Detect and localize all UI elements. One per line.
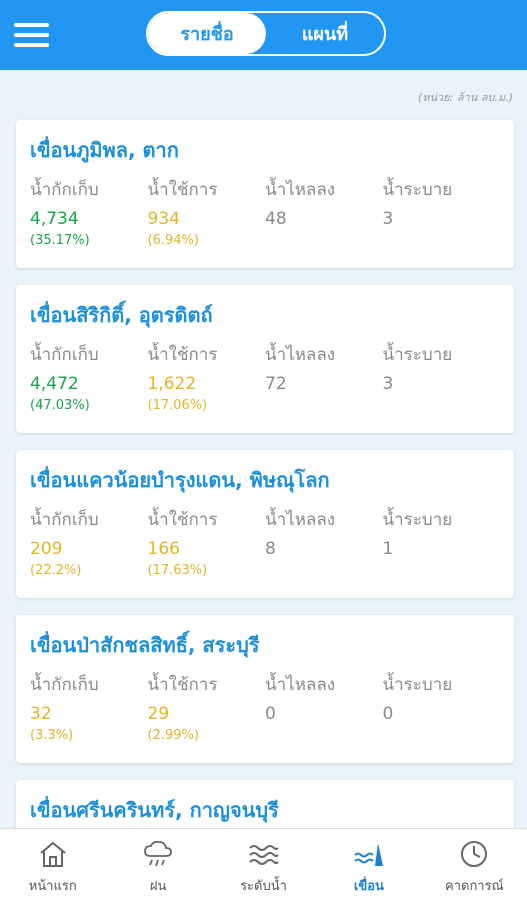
tab-forecast[interactable]: คาดการณ์ [422,829,527,900]
usable-column: น้ำใช้การ 934 (6.94%) [148,176,266,248]
unit-note: (หน่วย: ล้าน ลบ.ม.) [417,91,513,104]
tab-rain[interactable]: ฝน [105,829,210,900]
inflow-value: 72 [265,374,287,394]
storage-percent: (47.03%) [30,398,90,413]
tab-home[interactable]: หน้าแรก [0,829,105,900]
storage-value: 4,472 [30,374,79,394]
inflow-column: น้ำไหลลง 8 [265,506,383,578]
outflow-column: น้ำระบาย 0 [383,671,501,743]
outflow-column: น้ำระบาย 3 [383,176,501,248]
tab-list[interactable]: รายชื่อ [148,13,266,54]
usable-percent: (6.94%) [147,233,199,248]
storage-column: น้ำกักเก็บ 4,734 (35.17%) [30,176,148,248]
tab-dam[interactable]: เขื่อน [316,829,421,900]
view-toggle: รายชื่อ แผนที่ [146,11,386,56]
inflow-column: น้ำไหลลง 48 [265,176,383,248]
dam-card[interactable]: เขื่อนป่าสักชลสิทธิ์, สระบุรี น้ำกักเก็บ… [16,615,514,763]
outflow-label: น้ำระบาย [382,345,453,365]
storage-column: น้ำกักเก็บ 32 (3.3%) [30,671,148,743]
inflow-label: น้ำไหลลง [265,345,336,365]
inflow-label: น้ำไหลลง [265,180,336,200]
inflow-column: น้ำไหลลง 72 [265,341,383,413]
storage-label: น้ำกักเก็บ [30,180,99,200]
storage-column: น้ำกักเก็บ 4,472 (47.03%) [30,341,148,413]
tab-map[interactable]: แผนที่ [266,13,384,54]
usable-value: 1,622 [147,374,197,394]
dam-name: เขื่อนป่าสักชลสิทธิ์, สระบุรี [30,633,260,657]
tab-home-label: หน้าแรก [28,879,77,894]
usable-column: น้ำใช้การ 29 (2.99%) [148,671,266,743]
outflow-value: 3 [382,374,394,394]
app-bar: รายชื่อ แผนที่ [0,0,527,70]
dam-name: เขื่อนแควน้อยบำรุงแดน, พิษณุโลก [30,468,330,492]
usable-percent: (2.99%) [147,728,199,743]
storage-value: 4,734 [30,209,79,229]
storage-label: น้ำกักเก็บ [30,345,99,365]
dam-card[interactable]: เขื่อนภูมิพล, ตาก น้ำกักเก็บ 4,734 (35.1… [16,120,514,268]
dam-name: เขื่อนสิริกิติ์, อุตรดิตถ์ [30,303,213,327]
inflow-value: 8 [265,539,276,559]
outflow-value: 1 [382,539,394,559]
outflow-label: น้ำระบาย [382,675,453,695]
outflow-column: น้ำระบาย 1 [383,506,501,578]
water-waves-icon [248,845,279,865]
usable-label: น้ำใช้การ [147,180,218,200]
dam-list: เขื่อนภูมิพล, ตาก น้ำกักเก็บ 4,734 (35.1… [16,120,514,900]
storage-label: น้ำกักเก็บ [30,510,99,530]
inflow-column: น้ำไหลลง 0 [265,671,383,743]
usable-percent: (17.06%) [147,398,208,413]
usable-label: น้ำใช้การ [147,510,218,530]
storage-value: 32 [30,704,52,724]
rain-cloud-icon [144,840,173,867]
outflow-column: น้ำระบาย 3 [383,341,501,413]
menu-icon[interactable] [14,21,50,49]
usable-value: 934 [147,209,180,229]
tab-water-level[interactable]: ระดับน้ำ [211,829,316,900]
storage-value: 209 [30,539,63,559]
tab-water-level-label: ระดับน้ำ [240,879,287,894]
usable-value: 166 [147,539,180,559]
storage-label: น้ำกักเก็บ [30,675,99,695]
tab-forecast-label: คาดการณ์ [445,879,504,894]
clock-icon [461,841,488,867]
dam-icon [354,843,383,866]
usable-label: น้ำใช้การ [147,345,218,365]
inflow-label: น้ำไหลลง [265,675,336,695]
outflow-value: 3 [382,209,394,229]
storage-percent: (22.2%) [30,563,82,578]
dam-card[interactable]: เขื่อนแควน้อยบำรุงแดน, พิษณุโลก น้ำกักเก… [16,450,514,598]
tab-dam-label: เขื่อน [353,879,384,894]
outflow-label: น้ำระบาย [382,510,453,530]
inflow-label: น้ำไหลลง [265,510,336,530]
storage-column: น้ำกักเก็บ 209 (22.2%) [30,506,148,578]
dam-card[interactable]: เขื่อนสิริกิติ์, อุตรดิตถ์ น้ำกักเก็บ 4,… [16,285,514,433]
storage-percent: (35.17%) [30,233,90,248]
usable-label: น้ำใช้การ [147,675,218,695]
inflow-value: 0 [265,704,276,724]
home-icon [40,841,66,867]
bottom-navigation: หน้าแรก ฝน ระดับน้ำ เขื่อน คาดการณ์ [0,828,527,900]
storage-percent: (3.3%) [30,728,74,743]
usable-value: 29 [147,704,170,724]
inflow-value: 48 [265,209,287,229]
usable-column: น้ำใช้การ 166 (17.63%) [148,506,266,578]
tab-rain-label: ฝน [149,879,167,894]
usable-percent: (17.63%) [147,563,208,578]
usable-column: น้ำใช้การ 1,622 (17.06%) [148,341,266,413]
dam-name: เขื่อนศรีนครินทร์, กาญจนบุรี [30,798,279,822]
outflow-label: น้ำระบาย [382,180,453,200]
dam-name: เขื่อนภูมิพล, ตาก [30,138,179,162]
outflow-value: 0 [382,704,394,724]
